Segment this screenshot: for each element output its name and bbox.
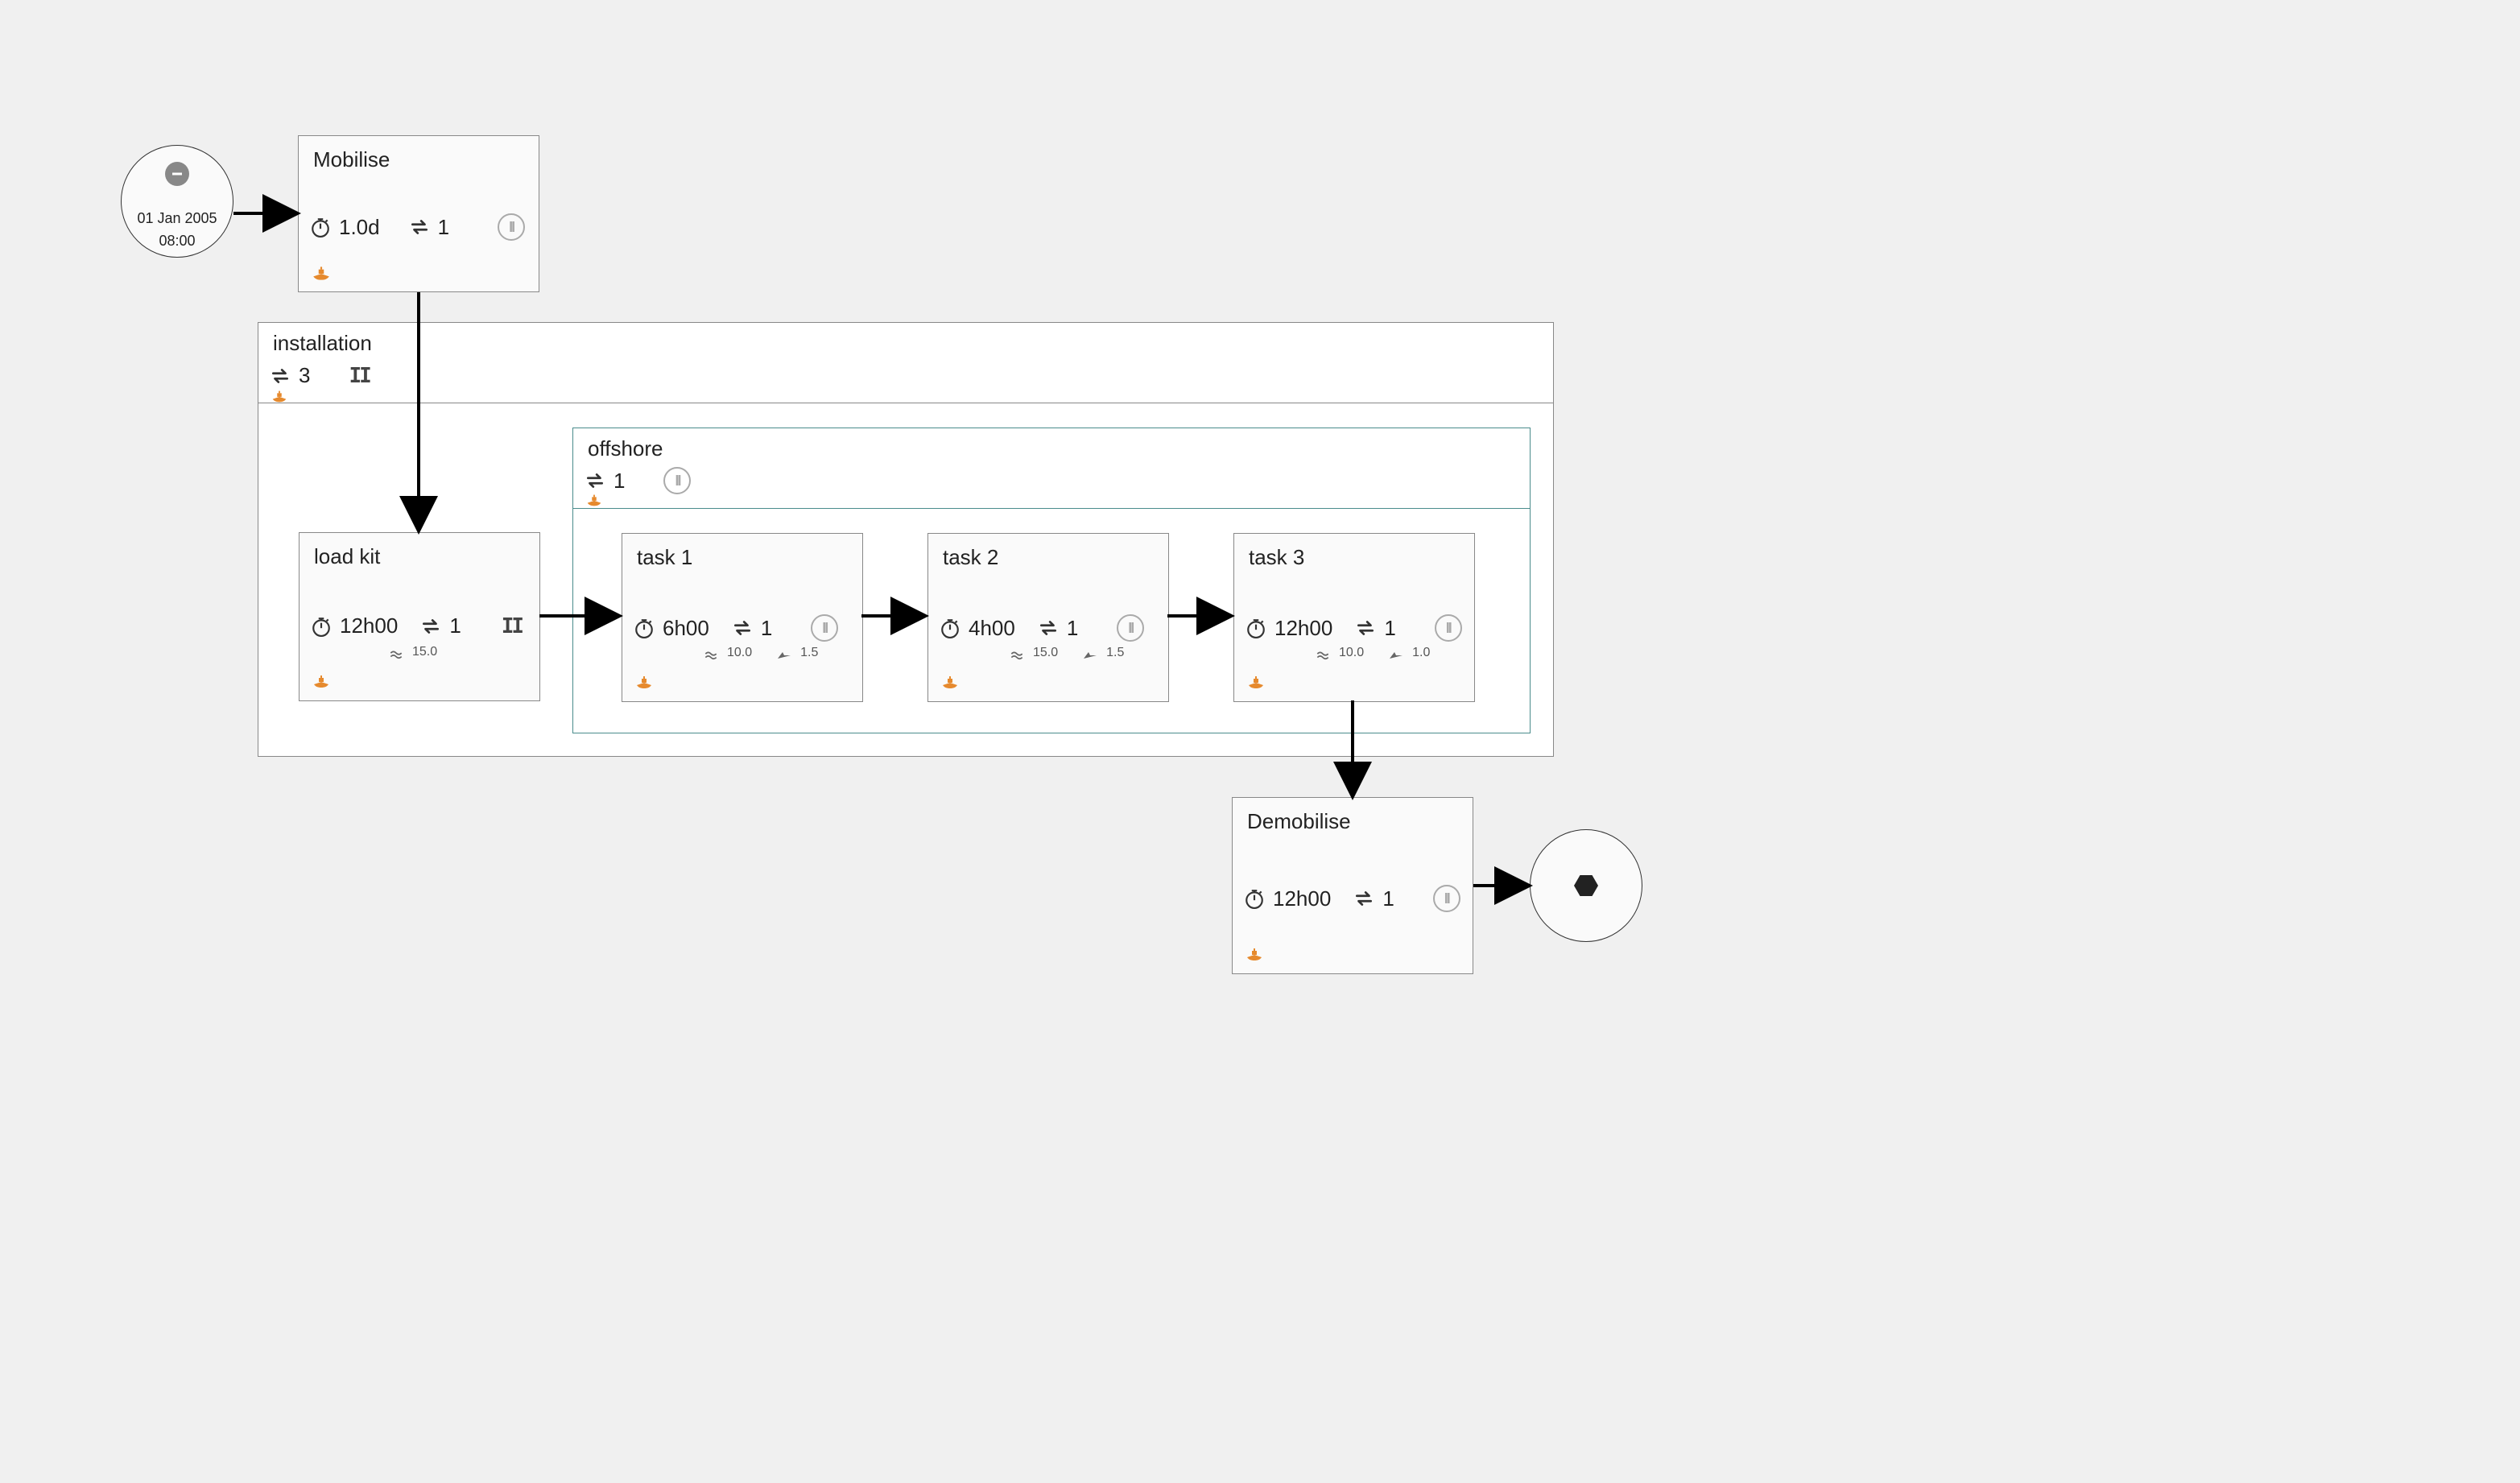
wind-icon: [1009, 645, 1025, 661]
loop-icon: [585, 470, 605, 491]
stopwatch-icon: [1246, 618, 1266, 638]
loops: 1: [613, 469, 625, 494]
duration: 1.0d: [339, 215, 380, 240]
end-icon: [1574, 875, 1598, 896]
pause-icon: II: [502, 614, 522, 638]
duration: 6h00: [663, 616, 709, 641]
node-title: Mobilise: [313, 147, 390, 172]
duration: 12h00: [1274, 616, 1332, 641]
loops: 1: [449, 613, 461, 638]
node-title: task 3: [1249, 545, 1304, 570]
ship-icon: [310, 262, 333, 283]
group-title: installation: [273, 331, 372, 356]
loops: 3: [299, 363, 310, 388]
wind-value: 10.0: [1339, 646, 1364, 660]
stopwatch-icon: [634, 618, 655, 638]
pause-icon: II: [498, 213, 525, 241]
node-mobilise[interactable]: Mobilise 1.0d 1 II: [298, 135, 539, 292]
loop-icon: [1353, 888, 1374, 909]
group-installation[interactable]: installation 3 II load kit 12h00 1 II 15…: [258, 322, 1554, 757]
node-title: task 1: [637, 545, 692, 570]
pause-icon: II: [663, 467, 691, 494]
ship-icon: [585, 491, 604, 509]
duration: 4h00: [969, 616, 1015, 641]
loop-icon: [409, 217, 430, 238]
wave-value: 1.5: [1106, 646, 1124, 660]
loop-icon: [270, 366, 291, 386]
duration: 12h00: [340, 613, 398, 638]
loop-icon: [732, 618, 753, 638]
ship-icon: [1244, 944, 1265, 964]
stopwatch-icon: [940, 618, 960, 638]
group-offshore[interactable]: offshore 1 II task 1 6h00 1 II: [572, 428, 1531, 733]
end-node[interactable]: [1530, 829, 1642, 942]
start-icon: [165, 162, 189, 186]
node-task1[interactable]: task 1 6h00 1 II 10.0 1.5: [622, 533, 863, 702]
wind-value: 15.0: [412, 645, 437, 659]
start-node[interactable]: 01 Jan 2005 08:00: [121, 145, 233, 258]
stopwatch-icon: [311, 616, 332, 637]
wind-icon: [1315, 645, 1331, 661]
loops: 1: [1067, 616, 1078, 641]
stopwatch-icon: [310, 217, 331, 238]
node-title: task 2: [943, 545, 998, 570]
ship-icon: [270, 387, 289, 405]
pause-icon: II: [811, 614, 838, 642]
node-task2[interactable]: task 2 4h00 1 II 15.0 1.5: [927, 533, 1169, 702]
loop-icon: [1355, 618, 1376, 638]
wind-icon: [388, 644, 404, 660]
ship-icon: [940, 672, 960, 692]
wave-value: 1.0: [1412, 646, 1430, 660]
loops: 1: [1384, 616, 1395, 641]
loops: 1: [761, 616, 772, 641]
pause-icon: II: [1433, 885, 1460, 912]
wave-icon: [1082, 646, 1098, 660]
loop-icon: [420, 616, 441, 637]
wave-icon: [1388, 646, 1404, 660]
node-demobilise[interactable]: Demobilise 12h00 1 II: [1232, 797, 1473, 974]
wave-value: 1.5: [800, 646, 818, 660]
ship-icon: [311, 671, 332, 691]
pause-icon: II: [1435, 614, 1462, 642]
ship-icon: [634, 672, 655, 692]
node-title: Demobilise: [1247, 809, 1351, 834]
node-title: load kit: [314, 544, 380, 569]
ship-icon: [1246, 672, 1266, 692]
pause-icon: II: [1117, 614, 1144, 642]
wind-value: 10.0: [727, 646, 752, 660]
loop-icon: [1038, 618, 1059, 638]
loops: 1: [438, 215, 449, 240]
start-date: 01 Jan 2005: [122, 210, 233, 227]
duration: 12h00: [1273, 886, 1331, 911]
pause-icon: II: [349, 364, 369, 388]
group-title: offshore: [588, 436, 663, 461]
node-loadkit[interactable]: load kit 12h00 1 II 15.0: [299, 532, 540, 701]
node-task3[interactable]: task 3 12h00 1 II 10.0 1.0: [1233, 533, 1475, 702]
wind-value: 15.0: [1033, 646, 1058, 660]
loops: 1: [1382, 886, 1394, 911]
wind-icon: [703, 645, 719, 661]
wave-icon: [776, 646, 792, 660]
stopwatch-icon: [1244, 888, 1265, 909]
start-time: 08:00: [122, 233, 233, 250]
